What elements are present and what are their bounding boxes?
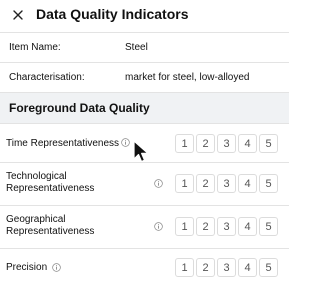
score-selector: 1 2 3 4 5 (175, 134, 280, 153)
score-button-1[interactable]: 1 (175, 134, 194, 153)
score-button-2[interactable]: 2 (196, 174, 215, 193)
score-button-2[interactable]: 2 (196, 134, 215, 153)
score-button-4[interactable]: 4 (238, 217, 257, 236)
info-icon[interactable] (154, 179, 163, 188)
indicator-row-time: Time Representativeness 1 2 3 4 5 (0, 123, 289, 162)
indicator-row-geographical: Geographical Representativeness 1 2 3 4 … (0, 205, 289, 248)
score-button-4[interactable]: 4 (238, 174, 257, 193)
section-header: Foreground Data Quality (0, 92, 289, 123)
score-button-3[interactable]: 3 (217, 217, 236, 236)
score-button-1[interactable]: 1 (175, 174, 194, 193)
score-button-2[interactable]: 2 (196, 217, 215, 236)
score-button-3[interactable]: 3 (217, 174, 236, 193)
score-selector: 1 2 3 4 5 (175, 217, 280, 236)
score-button-2[interactable]: 2 (196, 258, 215, 277)
dialog-title: Data Quality Indicators (36, 6, 189, 22)
score-button-4[interactable]: 4 (238, 258, 257, 277)
score-button-5[interactable]: 5 (259, 134, 278, 153)
characterisation-label: Characterisation: (9, 72, 85, 83)
dialog-header: Data Quality Indicators (0, 0, 289, 32)
indicator-row-technological: Technological Representativeness 1 2 3 4… (0, 162, 289, 205)
item-name-value: Steel (125, 42, 148, 53)
item-name-label: Item Name: (9, 42, 61, 53)
score-selector: 1 2 3 4 5 (175, 174, 280, 193)
score-button-3[interactable]: 3 (217, 258, 236, 277)
item-name-row: Item Name: Steel (0, 32, 289, 62)
score-button-3[interactable]: 3 (217, 134, 236, 153)
score-button-5[interactable]: 5 (259, 258, 278, 277)
indicator-row-precision: Precision 1 2 3 4 5 (0, 248, 289, 289)
score-button-1[interactable]: 1 (175, 217, 194, 236)
indicator-label: Technological Representativeness (6, 171, 95, 194)
score-button-5[interactable]: 5 (259, 217, 278, 236)
info-icon[interactable] (121, 138, 130, 147)
score-button-5[interactable]: 5 (259, 174, 278, 193)
characterisation-row: Characterisation: market for steel, low-… (0, 62, 289, 92)
score-button-1[interactable]: 1 (175, 258, 194, 277)
indicator-label: Geographical Representativeness (6, 214, 95, 237)
characterisation-value: market for steel, low-alloyed (125, 72, 250, 83)
score-selector: 1 2 3 4 5 (175, 258, 280, 277)
section-title: Foreground Data Quality (9, 101, 150, 115)
close-icon[interactable] (11, 8, 25, 22)
info-icon[interactable] (154, 222, 163, 231)
info-icon[interactable] (52, 263, 61, 272)
score-button-4[interactable]: 4 (238, 134, 257, 153)
